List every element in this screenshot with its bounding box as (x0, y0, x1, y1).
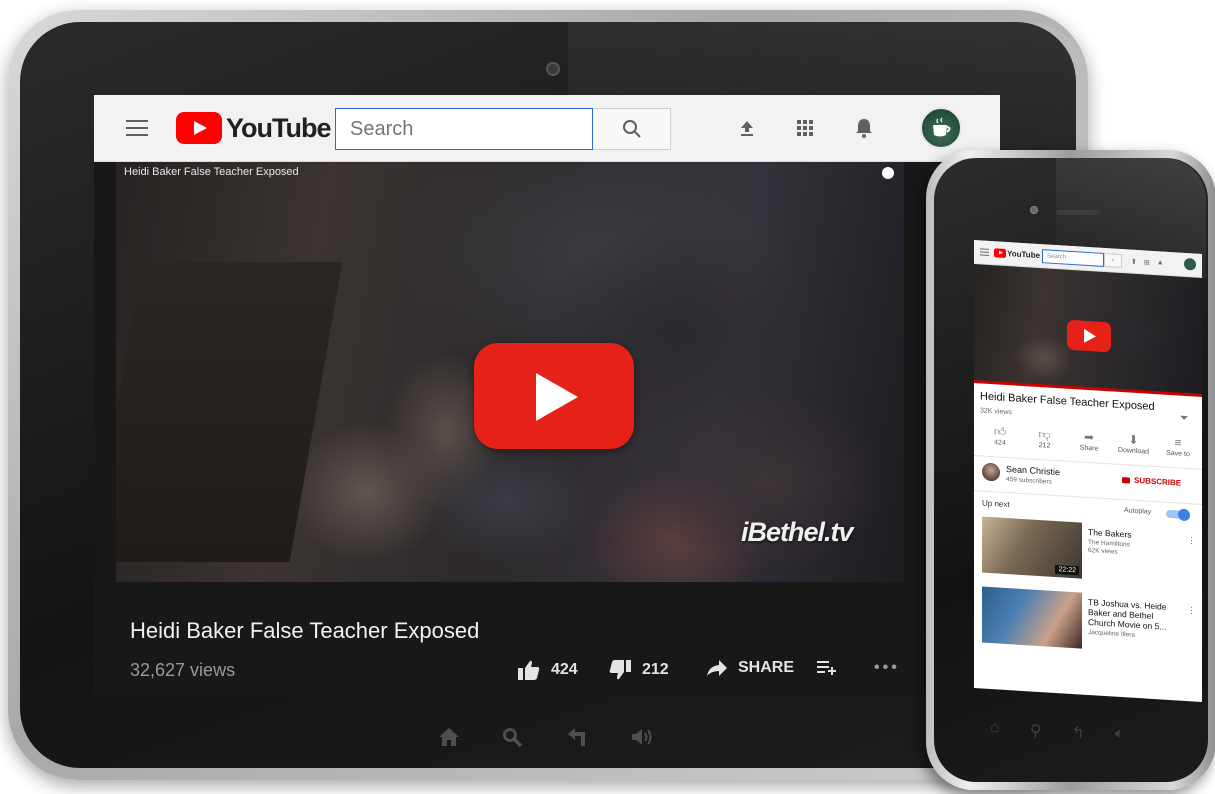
video-overlay-title: Heidi Baker False Teacher Exposed (124, 166, 299, 178)
user-avatar[interactable] (920, 107, 962, 149)
search-button[interactable] (593, 108, 671, 150)
menu-icon[interactable] (126, 120, 148, 136)
notifications-bell-icon[interactable] (851, 115, 877, 141)
share-button[interactable]: SHARE (706, 659, 794, 677)
play-button[interactable] (474, 343, 634, 449)
up-next-heading: Up next (982, 498, 1010, 510)
back-icon[interactable] (566, 727, 588, 755)
more-vertical-icon[interactable]: ⋮ (1187, 535, 1196, 547)
youtube-logo[interactable]: YouTube (176, 112, 331, 144)
up-next-views: 62K views (1088, 546, 1118, 556)
phone-thumbs-up-icon: 👍︎ (993, 424, 1007, 439)
playlist-add-icon (817, 661, 836, 675)
phone-video-player[interactable] (974, 264, 1202, 396)
phone-share-arrow-icon: ➦ (1083, 429, 1095, 445)
phone-youtube-logo-text: YouTube (1007, 249, 1041, 261)
search-input[interactable] (335, 108, 593, 150)
phone-search-input[interactable]: Search (1042, 249, 1104, 267)
thumbs-down-icon (609, 660, 631, 680)
phone-home-icon[interactable]: ⌂ (990, 718, 1001, 738)
video-title: Heidi Baker False Teacher Exposed (130, 618, 480, 643)
up-next-title[interactable]: TB Joshua vs. Heide Baker and Bethel Chu… (1088, 597, 1180, 633)
phone-dislike-button[interactable]: 👎︎ 212 (1025, 426, 1065, 450)
phone-user-avatar[interactable] (1184, 257, 1196, 271)
up-next-channel: Jacqueline Illera (1088, 628, 1135, 639)
phone-search-button[interactable]: ⌕ (1104, 252, 1122, 269)
phone-notifications-bell-icon[interactable]: ▲ (1157, 259, 1164, 267)
phone-play-button[interactable] (1067, 319, 1111, 353)
phone-thumbs-down-icon: 👎︎ (1038, 426, 1051, 442)
phone-upload-icon[interactable]: ⬆ (1131, 258, 1137, 266)
view-count: 32,627 views (130, 660, 236, 680)
subscriber-count: 459 subscribers (1006, 475, 1052, 486)
phone-volume-icon[interactable]: 🔈︎ (1114, 725, 1124, 745)
phone-back-icon[interactable]: ↰ (1071, 723, 1085, 744)
youtube-header: YouTube (94, 95, 1000, 162)
phone-share-label: Share (1079, 444, 1099, 453)
phone-download-button[interactable]: ⬇ Download (1114, 432, 1154, 456)
playlist-add-icon: ≡ (1174, 435, 1182, 450)
tablet-camera (546, 62, 560, 76)
volume-icon[interactable] (630, 727, 654, 755)
channel-name[interactable]: Sean Christie (1006, 464, 1060, 477)
subscribe-button[interactable]: SUBSCRIBE (1122, 475, 1181, 488)
more-options-icon[interactable]: ••• (874, 659, 900, 677)
download-icon: ⬇ (1128, 432, 1139, 448)
phone-dislike-count: 212 (1038, 441, 1051, 450)
home-icon[interactable] (438, 727, 460, 755)
youtube-mini-icon (1122, 476, 1130, 484)
up-next-thumbnail[interactable] (982, 586, 1082, 649)
autoplay-label: Autoplay (1124, 507, 1152, 516)
upload-icon[interactable] (734, 115, 760, 141)
like-count: 424 (551, 661, 578, 678)
phone-menu-icon[interactable] (980, 248, 989, 258)
phone-save-button[interactable]: ≡ Save to (1158, 434, 1198, 458)
phone-apps-grid-icon[interactable]: ⊞ (1144, 258, 1150, 266)
phone-youtube-logo[interactable]: YouTube (994, 248, 1040, 260)
phone-youtube-play-logo-icon (994, 248, 1006, 258)
apps-grid-icon[interactable] (792, 115, 818, 141)
subscribe-label: SUBSCRIBE (1134, 475, 1182, 488)
tablet-screen: YouTube Heidi Baker False Teacher Expose… (94, 95, 1000, 695)
phone-share-button[interactable]: ➦ Share (1069, 429, 1109, 453)
phone-action-row: 👍︎ 424 👎︎ 212 ➦ Share ⬇ Download ≡ Save … (980, 423, 1198, 458)
video-watermark: iBethel.tv (741, 517, 854, 547)
phone-view-count: 32K views (980, 407, 1012, 417)
phone-download-label: Download (1117, 446, 1150, 456)
phone-save-label: Save to (1166, 449, 1190, 459)
dislike-count: 212 (642, 661, 669, 678)
video-duration: 22:22 (1055, 564, 1079, 576)
share-label: SHARE (738, 659, 795, 676)
more-vertical-icon[interactable]: ⋮ (1187, 605, 1196, 617)
youtube-logo-text: YouTube (226, 112, 331, 143)
autoplay-toggle[interactable] (1166, 509, 1188, 520)
add-to-playlist-button[interactable] (817, 659, 847, 675)
youtube-play-logo-icon (176, 112, 222, 144)
phone-camera (1030, 206, 1038, 214)
phone-speaker (1056, 210, 1100, 215)
search-nav-icon[interactable] (502, 727, 524, 755)
phone-like-count: 424 (994, 439, 1006, 447)
phone-search-nav-icon[interactable]: ⚲ (1029, 721, 1042, 742)
up-next-thumbnail[interactable]: 22:22 (982, 516, 1082, 579)
search-icon (622, 120, 641, 138)
phone-screen: YouTube Search ⌕ ⬆ ⊞ ▲ Heidi Baker False… (974, 240, 1202, 702)
like-button[interactable]: 424 (517, 659, 578, 681)
thumbs-up-icon (518, 660, 540, 680)
phone-like-button[interactable]: 👍︎ 424 (980, 423, 1020, 447)
share-arrow-icon (707, 660, 727, 676)
tablet-nav-buttons (438, 727, 654, 755)
video-player[interactable]: Heidi Baker False Teacher Exposed iBethe… (116, 162, 904, 582)
watch-later-icon[interactable] (882, 167, 894, 179)
expand-description-chevron-icon[interactable] (1180, 415, 1188, 421)
dislike-button[interactable]: 212 (608, 659, 669, 681)
channel-avatar[interactable] (982, 462, 1000, 482)
